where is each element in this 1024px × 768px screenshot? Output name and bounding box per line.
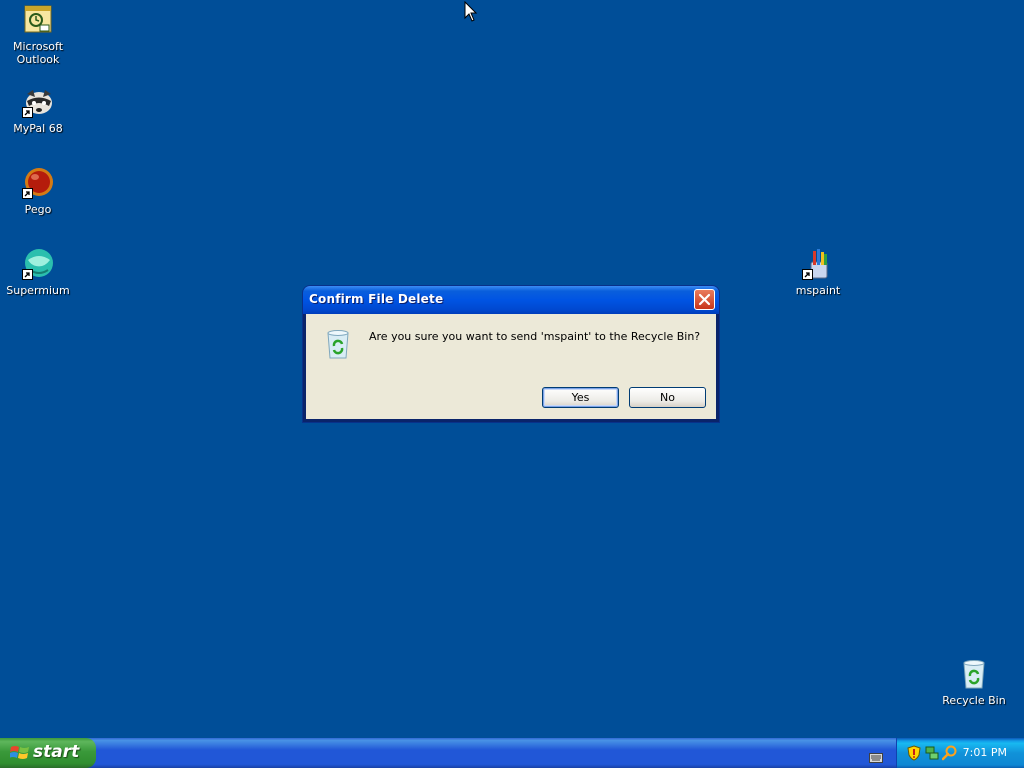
desktop-icon-supermium[interactable]: Supermium xyxy=(0,248,76,297)
search-icon[interactable] xyxy=(941,745,958,761)
outlook-icon xyxy=(22,4,54,36)
network-icon[interactable] xyxy=(924,745,940,761)
dialog-message: Are you sure you want to send 'mspaint' … xyxy=(369,330,701,343)
shortcut-arrow-icon xyxy=(22,269,33,280)
mouse-cursor-icon xyxy=(464,0,478,27)
desktop-icon-label: Microsoft Outlook xyxy=(12,40,64,66)
taskbar: start 7:01 PM xyxy=(0,738,1024,768)
desktop-icon-microsoft-outlook[interactable]: Microsoft Outlook xyxy=(0,4,76,66)
recycle-bin-icon xyxy=(958,658,990,690)
desktop-icon-mypal-68[interactable]: MyPal 68 xyxy=(0,86,76,135)
supermium-globe-icon xyxy=(22,248,54,280)
shortcut-arrow-icon xyxy=(802,269,813,280)
dialog-title-bar[interactable]: Confirm File Delete xyxy=(303,286,719,314)
start-button[interactable]: start xyxy=(0,738,96,768)
security-shield-icon[interactable] xyxy=(906,745,922,761)
keyboard-icon[interactable] xyxy=(869,748,883,767)
shortcut-arrow-icon xyxy=(22,107,33,118)
mypal-raccoon-icon xyxy=(22,86,54,118)
yes-button[interactable]: Yes xyxy=(542,387,619,408)
pego-red-ball-icon xyxy=(22,167,54,199)
desktop-icon-label: Supermium xyxy=(6,284,70,297)
desktop: Microsoft Outlook MyPal 68 Pego Supermiu… xyxy=(0,0,1024,738)
mspaint-brushes-icon xyxy=(802,248,834,280)
start-label: start xyxy=(33,742,80,762)
no-button[interactable]: No xyxy=(629,387,706,408)
close-button[interactable] xyxy=(694,289,715,310)
dialog-body: Are you sure you want to send 'mspaint' … xyxy=(306,314,716,419)
desktop-icon-mspaint[interactable]: mspaint xyxy=(780,248,856,297)
desktop-icon-label: Pego xyxy=(24,203,52,216)
dialog-title: Confirm File Delete xyxy=(309,292,444,306)
confirm-file-delete-dialog: Confirm File Delete Are you sure you wan… xyxy=(303,286,719,422)
clock[interactable]: 7:01 PM xyxy=(963,746,1007,759)
close-icon xyxy=(698,293,711,306)
desktop-icon-label: Recycle Bin xyxy=(942,694,1006,707)
desktop-icon-label: mspaint xyxy=(795,284,841,297)
system-tray: 7:01 PM xyxy=(896,738,1024,768)
desktop-icon-pego[interactable]: Pego xyxy=(0,167,76,216)
desktop-icon-recycle-bin[interactable]: Recycle Bin xyxy=(936,658,1012,707)
windows-logo-icon xyxy=(10,746,29,759)
shortcut-arrow-icon xyxy=(22,188,33,199)
desktop-icon-label: MyPal 68 xyxy=(13,122,63,135)
recycle-bin-icon xyxy=(322,328,354,360)
